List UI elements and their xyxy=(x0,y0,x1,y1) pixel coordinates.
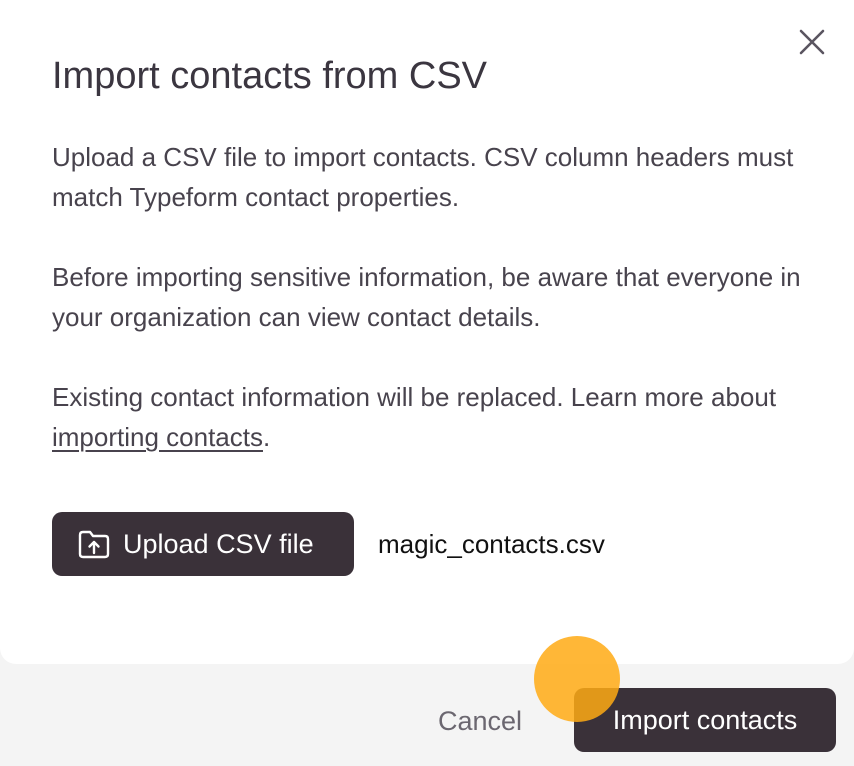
selected-file-name: magic_contacts.csv xyxy=(378,529,605,559)
importing-contacts-link[interactable]: importing contacts xyxy=(52,422,263,452)
instructions-text: Upload a CSV file to import contacts. CS… xyxy=(52,142,794,212)
folder-upload-icon xyxy=(78,530,110,559)
close-button[interactable] xyxy=(790,20,834,64)
cancel-button[interactable]: Cancel xyxy=(420,696,540,746)
replace-warning-text: Existing contact information will be rep… xyxy=(52,377,812,457)
replace-warning-suffix: . xyxy=(262,422,271,452)
upload-csv-button-label: Upload CSV file xyxy=(123,528,314,559)
close-icon xyxy=(799,29,825,55)
privacy-warning-text: Before importing sensitive information, … xyxy=(52,262,801,332)
dialog-title: Import contacts from CSV xyxy=(52,55,488,97)
replace-warning-prefix: Existing contact information will be rep… xyxy=(52,382,777,412)
import-contacts-button[interactable]: Import contacts xyxy=(574,688,836,752)
import-contacts-dialog: Import contacts from CSV Upload a CSV fi… xyxy=(0,0,854,664)
upload-csv-button[interactable]: Upload CSV file xyxy=(52,512,354,576)
